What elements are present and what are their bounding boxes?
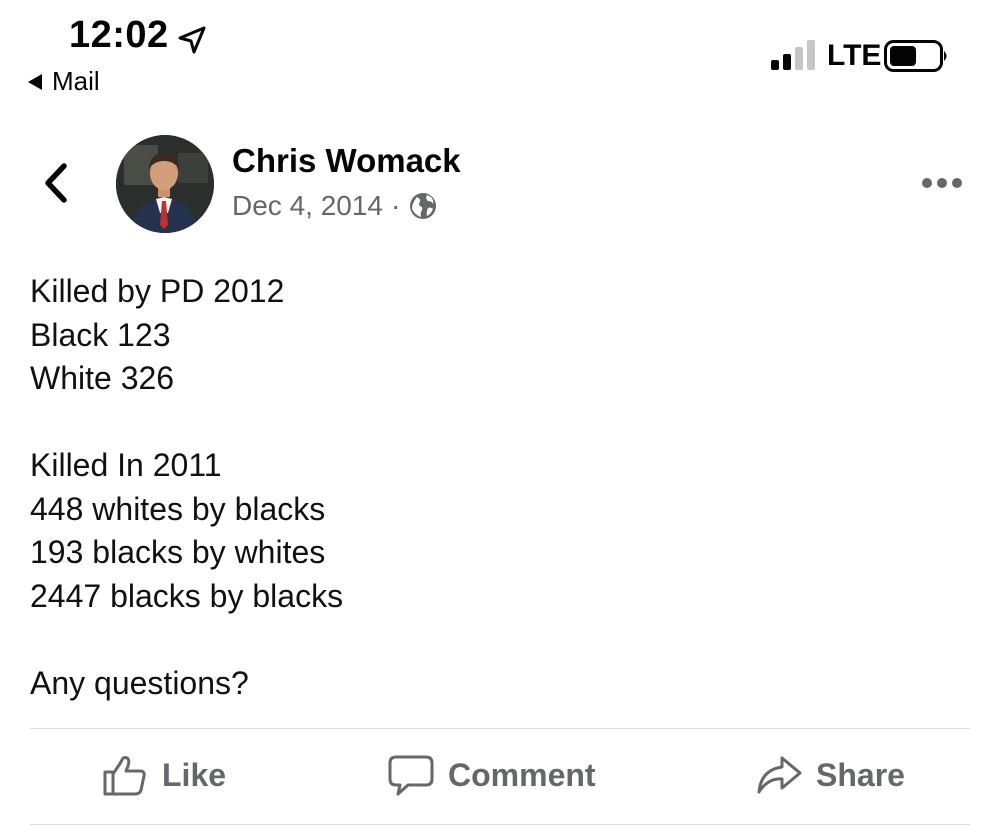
post-line: Killed by PD 2012 xyxy=(30,273,285,309)
post-line xyxy=(30,401,970,445)
thumbs-up-icon xyxy=(103,756,146,796)
battery-icon xyxy=(884,40,947,72)
author-name[interactable]: Chris Womack xyxy=(232,142,461,180)
post-line: Black 123 xyxy=(30,316,171,353)
post-line: Any questions? xyxy=(30,664,249,701)
like-button[interactable]: Like xyxy=(102,752,226,798)
share-label: Share xyxy=(816,756,905,793)
globe-icon xyxy=(410,193,437,219)
comment-bubble-icon xyxy=(388,755,434,796)
post-meta: Dec 4, 2014 · xyxy=(232,190,438,222)
comment-label: Comment xyxy=(448,756,596,793)
meta-separator: · xyxy=(391,190,401,221)
location-arrow-icon xyxy=(178,26,206,54)
post-screen: 12:02 Mail LTE Chris Womack Dec 4, 2014 … xyxy=(0,0,1000,828)
more-options-icon[interactable] xyxy=(920,172,964,194)
post-text: Killed by PD 2012 Black 123 White 326 Ki… xyxy=(30,270,970,705)
post-line xyxy=(30,618,970,662)
back-to-mail-label: Mail xyxy=(52,66,100,96)
avatar-photo xyxy=(116,135,214,233)
signal-bars-icon xyxy=(771,40,815,70)
divider xyxy=(30,824,970,825)
back-chevron-icon[interactable] xyxy=(40,160,70,206)
author-avatar[interactable] xyxy=(116,135,214,233)
back-to-mail-button[interactable]: Mail xyxy=(26,66,100,97)
status-time: 12:02 xyxy=(69,14,169,56)
post-line: 193 blacks by whites xyxy=(30,534,326,570)
network-type: LTE xyxy=(827,39,882,72)
comment-button[interactable]: Comment xyxy=(388,752,596,798)
back-triangle-icon xyxy=(28,73,42,90)
share-arrow-icon xyxy=(757,756,802,794)
post-line: 2447 blacks by blacks xyxy=(30,577,344,614)
post-line: White 326 xyxy=(30,360,175,396)
like-label: Like xyxy=(162,756,227,793)
post-date[interactable]: Dec 4, 2014 xyxy=(232,190,383,222)
divider xyxy=(30,728,970,729)
share-button[interactable]: Share xyxy=(756,752,905,798)
post-line: 448 whites by blacks xyxy=(30,490,326,527)
post-line: Killed In 2011 xyxy=(30,447,222,483)
